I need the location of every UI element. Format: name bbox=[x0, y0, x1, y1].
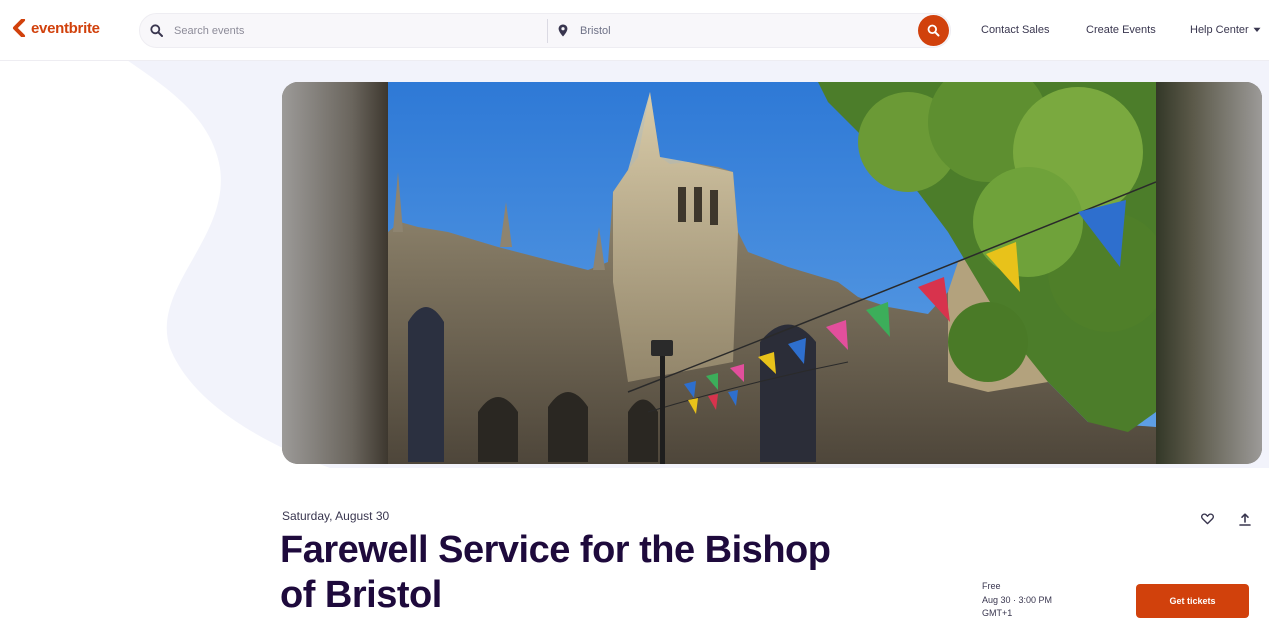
event-title: Farewell Service for the Bishop of Brist… bbox=[280, 529, 831, 616]
search-icon bbox=[150, 24, 163, 37]
nav-create-events[interactable]: Create Events bbox=[1086, 24, 1156, 36]
top-header: eventbrite Contact Sales Create Events bbox=[0, 0, 1269, 61]
eventbrite-logo-icon bbox=[13, 19, 25, 37]
chevron-down-icon bbox=[1253, 27, 1261, 32]
ticket-card: Free Aug 30 · 3:00 PM GMT+1 Get tickets bbox=[967, 566, 1269, 630]
nav-help-center-label: Help Center bbox=[1190, 24, 1249, 36]
ticket-time-zone: GMT+1 bbox=[982, 608, 1013, 618]
ticket-price: Free bbox=[982, 581, 1001, 591]
search-submit-button[interactable] bbox=[918, 15, 949, 46]
share-icon bbox=[1239, 512, 1251, 526]
event-date: Saturday, August 30 bbox=[282, 509, 390, 523]
map-pin-icon bbox=[558, 24, 568, 37]
event-hero-image bbox=[282, 82, 1262, 464]
heart-icon bbox=[1200, 513, 1214, 525]
location-input[interactable] bbox=[578, 23, 882, 38]
logo-text: eventbrite bbox=[31, 19, 100, 37]
location-section bbox=[558, 14, 882, 47]
eventbrite-logo[interactable]: eventbrite bbox=[12, 19, 100, 37]
like-button[interactable] bbox=[1196, 508, 1218, 530]
search-icon bbox=[927, 24, 940, 37]
cathedral-photo bbox=[388, 82, 1156, 464]
nav-contact-sales[interactable]: Contact Sales bbox=[981, 24, 1049, 36]
search-bar bbox=[139, 13, 951, 48]
share-button[interactable] bbox=[1234, 508, 1256, 530]
hero-blur-left bbox=[282, 82, 390, 464]
search-section bbox=[150, 14, 476, 47]
nav-help-center[interactable]: Help Center bbox=[1190, 24, 1261, 36]
ticket-time-date: Aug 30 · 3:00 PM bbox=[982, 595, 1053, 605]
search-input[interactable] bbox=[172, 23, 476, 38]
search-divider bbox=[547, 19, 548, 43]
hero-blur-right bbox=[1154, 82, 1262, 464]
get-tickets-button[interactable]: Get tickets bbox=[1136, 584, 1249, 618]
ticket-time: Aug 30 · 3:00 PM GMT+1 bbox=[982, 594, 1082, 620]
